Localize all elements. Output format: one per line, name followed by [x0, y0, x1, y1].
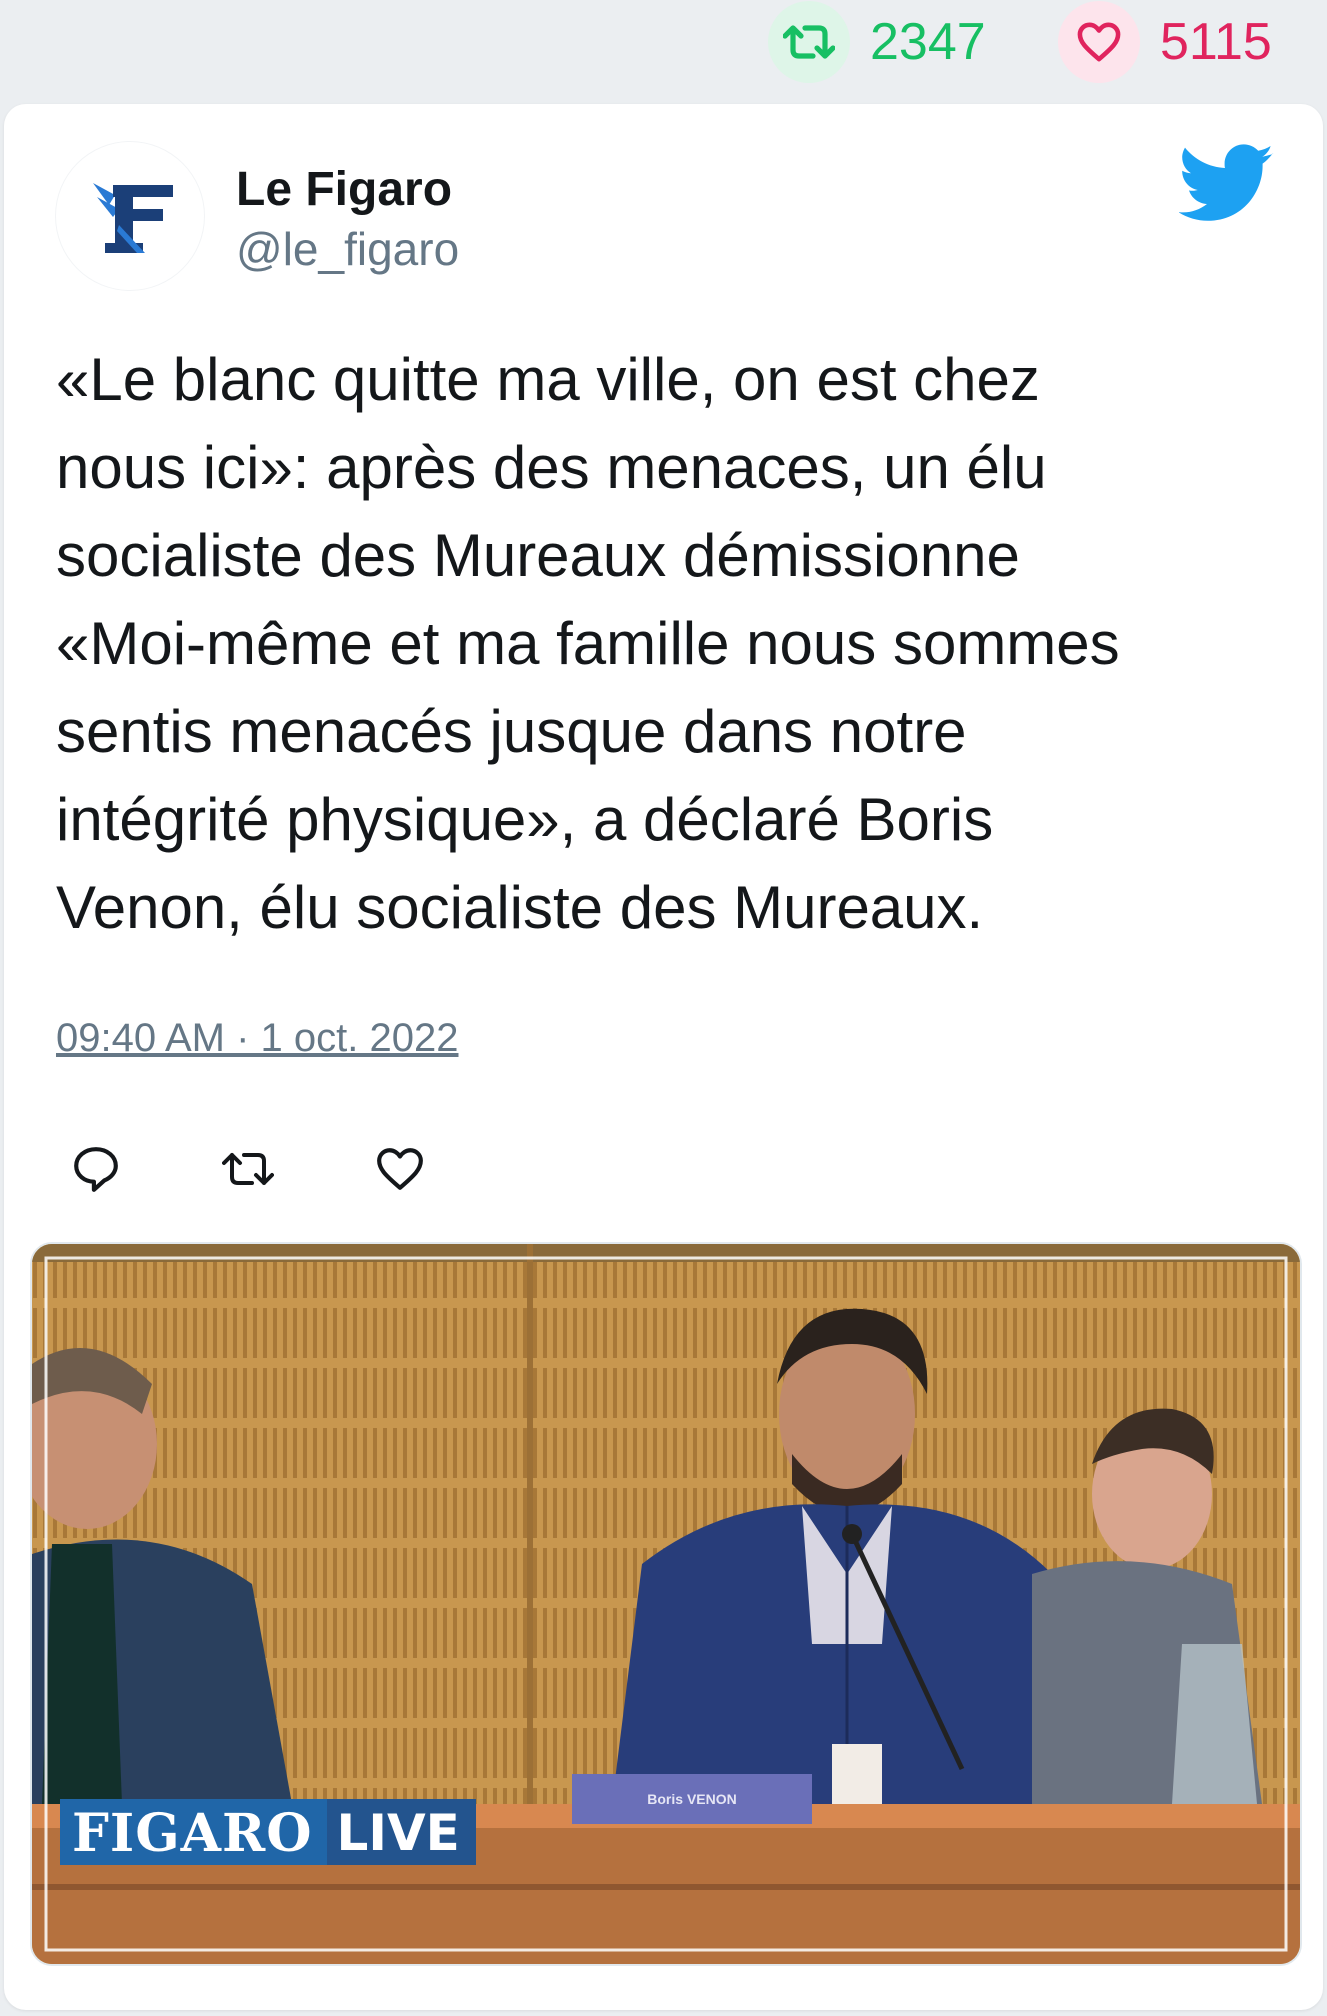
figaro-live-badge: FIGARO LIVE: [60, 1799, 476, 1865]
tweet-actions: [70, 1134, 426, 1204]
le-figaro-logo-icon[interactable]: [56, 142, 204, 290]
twitter-bird-icon[interactable]: [1178, 144, 1275, 224]
nameplate: Boris VENON: [572, 1774, 812, 1824]
reply-icon[interactable]: [70, 1143, 122, 1195]
like-icon[interactable]: [374, 1143, 426, 1195]
tweet-text: «Le blanc quitte ma ville, on est chez n…: [56, 346, 1120, 941]
retweet-stat[interactable]: 2347: [768, 0, 986, 84]
author-name[interactable]: Le Figaro: [236, 162, 452, 217]
tweet-timestamp[interactable]: 09:40 AM · 1 oct. 2022: [56, 1016, 458, 1061]
like-count: 5115: [1160, 13, 1272, 71]
tweet-card: Le Figaro @le_figaro «Le blanc quitte ma…: [4, 104, 1323, 2010]
engagement-stats-bar: 2347 5115: [0, 0, 1327, 100]
heart-icon: [1058, 1, 1140, 83]
tweet-media-video-thumbnail[interactable]: Boris VENON FIGARO LIVE: [30, 1242, 1302, 1966]
like-stat[interactable]: 5115: [1058, 0, 1272, 84]
live-label: LIVE: [326, 1799, 476, 1865]
figaro-brand-label: FIGARO: [60, 1799, 327, 1865]
retweet-count: 2347: [870, 13, 986, 71]
retweet-icon: [768, 1, 850, 83]
author-handle[interactable]: @le_figaro: [236, 222, 459, 276]
retweet-icon[interactable]: [222, 1143, 274, 1195]
